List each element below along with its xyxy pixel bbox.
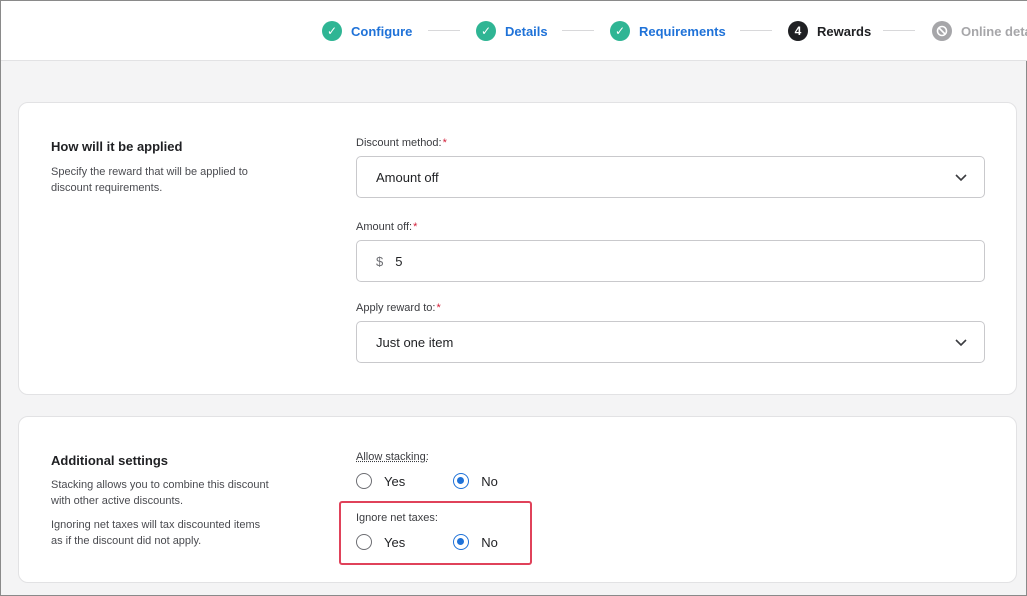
section-title: How will it be applied	[51, 139, 183, 154]
radio-yes[interactable]	[356, 473, 372, 489]
stepper-header: ✓ Configure ✓ Details ✓ Requirements 4 R…	[1, 1, 1027, 61]
radio-label: No	[481, 473, 498, 489]
allow-stacking-no[interactable]: No	[453, 473, 498, 489]
discount-method-select[interactable]: Amount off	[356, 156, 985, 198]
section-title: Additional settings	[51, 453, 168, 468]
step-configure[interactable]: ✓ Configure	[322, 20, 412, 42]
discount-method-value: Amount off	[376, 169, 439, 185]
amount-off-input[interactable]: $ 5	[356, 240, 985, 282]
ignore-net-taxes-yes[interactable]: Yes	[356, 534, 405, 550]
discount-method-label: Discount method:*	[356, 137, 447, 149]
step-details[interactable]: ✓ Details	[476, 20, 548, 42]
apply-reward-select[interactable]: Just one item	[356, 321, 985, 363]
required-mark: *	[436, 302, 441, 314]
section-description: Specify the reward that will be applied …	[51, 166, 248, 194]
required-mark: *	[442, 137, 447, 149]
step-connector	[883, 30, 915, 31]
step-connector	[740, 30, 772, 31]
radio-label: Yes	[384, 534, 406, 550]
step-online-details: Online deta	[932, 20, 1027, 42]
applied-card: How will it be applied Specify the rewar…	[18, 102, 1017, 395]
ignore-net-taxes-radio-group: Yes No	[356, 533, 498, 551]
step-rewards[interactable]: 4 Rewards	[788, 20, 871, 42]
allow-stacking-radio-group: Yes No	[356, 472, 498, 490]
disabled-circle-icon	[932, 21, 952, 41]
allow-stacking-yes[interactable]: Yes	[356, 473, 405, 489]
step-label: Requirements	[639, 23, 726, 39]
check-circle-icon: ✓	[322, 21, 342, 41]
stacking-description: Stacking allows you to combine this disc…	[51, 479, 269, 507]
radio-yes[interactable]	[356, 534, 372, 550]
check-circle-icon: ✓	[610, 21, 630, 41]
step-connector	[428, 30, 460, 31]
net-taxes-description: Ignoring net taxes will tax discounted i…	[51, 519, 261, 547]
check-circle-icon: ✓	[476, 21, 496, 41]
chevron-down-icon	[955, 339, 967, 347]
step-label: Configure	[351, 23, 413, 39]
step-label: Rewards	[817, 23, 872, 39]
radio-label: Yes	[384, 473, 406, 489]
amount-off-value: 5	[395, 253, 403, 269]
radio-no-selected[interactable]	[453, 534, 470, 550]
step-label: Details	[505, 23, 548, 39]
radio-no-selected[interactable]	[453, 473, 470, 489]
step-connector	[562, 30, 594, 31]
required-mark: *	[413, 221, 418, 233]
radio-label: No	[481, 534, 498, 550]
additional-settings-card: Additional settings Stacking allows you …	[18, 416, 1017, 583]
step-label: Online deta	[961, 23, 1027, 39]
ignore-net-taxes-no[interactable]: No	[453, 534, 498, 550]
apply-reward-label: Apply reward to:*	[356, 302, 441, 314]
currency-prefix: $	[376, 253, 384, 269]
allow-stacking-label: Allow stacking:	[356, 451, 429, 463]
apply-reward-value: Just one item	[376, 334, 454, 350]
chevron-down-icon	[955, 174, 967, 182]
step-requirements[interactable]: ✓ Requirements	[610, 20, 726, 42]
ignore-net-taxes-label: Ignore net taxes:	[356, 512, 438, 524]
step-number-icon: 4	[788, 21, 808, 41]
amount-off-label: Amount off:*	[356, 221, 418, 233]
